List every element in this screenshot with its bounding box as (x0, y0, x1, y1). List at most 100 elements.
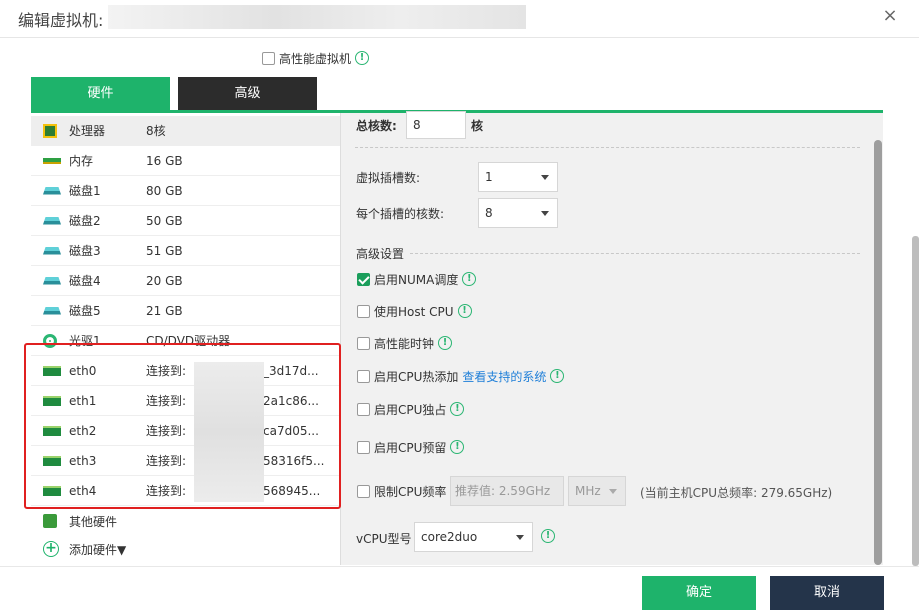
option-cpu-hotplug[interactable]: 启用CPU热添加 查看支持的系统 ! (357, 368, 565, 385)
option-host-cpu[interactable]: 使用Host CPU ! (357, 303, 472, 319)
edit-vm-dialog: 编辑虚拟机: × 高性能虚拟机 ! 硬件 高级 处理器 8核 内存 16 GB … (0, 0, 919, 616)
hw-value: 8核 (146, 124, 166, 138)
disk-icon (43, 246, 61, 255)
hw-name: 磁盘1 (69, 184, 101, 198)
host-cpu-checkbox[interactable] (357, 304, 370, 318)
info-icon[interactable]: ! (541, 529, 555, 543)
sockets-value: 1 (485, 170, 493, 184)
cores-per-socket-select[interactable]: 8 (478, 198, 558, 228)
host-cpu-total-hint: (当前主机CPU总频率: 279.65GHz) (640, 486, 833, 500)
info-icon[interactable]: ! (355, 51, 370, 65)
advanced-settings-title: 高级设置 (356, 247, 405, 261)
hw-value: 21 GB (146, 303, 183, 318)
title-redacted (108, 5, 526, 29)
hw-item-other[interactable]: 其他硬件 (31, 506, 340, 536)
cpu-limit-unit: MHz (575, 484, 601, 498)
other-hardware-icon (43, 514, 57, 528)
option-label: 启用CPU热添加 (374, 369, 459, 384)
total-cores-label: 总核数: (356, 119, 397, 133)
info-icon[interactable]: ! (462, 272, 477, 286)
vcpu-model-value: core2duo (421, 530, 478, 544)
disk-icon (43, 216, 61, 225)
memory-icon (43, 157, 61, 164)
hw-item-cpu[interactable]: 处理器 8核 (31, 116, 340, 146)
divider (355, 147, 860, 148)
hw-value: 50 GB (146, 213, 183, 228)
cores-unit: 核 (471, 119, 484, 133)
sockets-select[interactable]: 1 (478, 162, 558, 192)
option-label: 启用CPU预留 (374, 440, 447, 455)
option-label: 启用CPU独占 (374, 402, 447, 417)
hw-name: 磁盘2 (69, 214, 101, 228)
info-icon[interactable]: ! (438, 336, 453, 350)
cores-per-socket-label: 每个插槽的核数: (356, 207, 445, 221)
option-label: 使用Host CPU (374, 304, 454, 319)
hw-item-disk1[interactable]: 磁盘1 80 GB (31, 176, 340, 206)
disk-icon (43, 276, 61, 285)
hw-value: 16 GB (146, 153, 183, 168)
vcpu-model-select[interactable]: core2duo (414, 522, 533, 552)
hw-value: 80 GB (146, 183, 183, 198)
cpu-reserve-checkbox[interactable] (357, 440, 370, 454)
cpu-limit-input[interactable]: 推荐值: 2.59GHz (450, 476, 564, 506)
supported-systems-link[interactable]: 查看支持的系统 (462, 368, 546, 385)
hw-value: 20 GB (146, 273, 183, 288)
option-cpu-reserve[interactable]: 启用CPU预留 ! (357, 439, 465, 455)
cpu-limit-checkbox[interactable] (357, 484, 370, 498)
cpu-exclusive-checkbox[interactable] (357, 402, 370, 416)
info-icon[interactable]: ! (450, 440, 465, 454)
high-perf-label: 高性能虚拟机 (279, 51, 352, 66)
vcpu-model-label: vCPU型号 (356, 532, 412, 546)
option-numa[interactable]: 启用NUMA调度 ! (357, 271, 477, 287)
add-hardware-button[interactable]: + 添加硬件▼ (31, 534, 340, 564)
tab-advanced[interactable]: 高级 (178, 77, 317, 111)
dialog-scrollbar[interactable] (912, 236, 919, 566)
chevron-down-icon (541, 211, 549, 216)
chevron-down-icon (541, 175, 549, 180)
cores-per-socket-value: 8 (485, 206, 493, 220)
numa-checkbox[interactable] (357, 272, 370, 286)
disk-icon (43, 306, 61, 315)
close-icon[interactable]: × (880, 6, 900, 26)
sockets-label: 虚拟插槽数: (356, 171, 421, 185)
highlight-box (24, 343, 341, 509)
divider (410, 253, 860, 254)
hw-name: 内存 (69, 154, 94, 168)
hw-name: 磁盘4 (69, 274, 101, 288)
hp-clock-checkbox[interactable] (357, 336, 370, 350)
cancel-button[interactable]: 取消 (770, 576, 884, 610)
hw-name: 其他硬件 (69, 514, 118, 529)
info-icon[interactable]: ! (450, 402, 465, 416)
hw-item-disk5[interactable]: 磁盘5 21 GB (31, 296, 340, 326)
option-cpu-exclusive[interactable]: 启用CPU独占 ! (357, 401, 465, 417)
high-perf-checkbox[interactable] (262, 51, 275, 65)
high-perf-vm-option[interactable]: 高性能虚拟机 ! (262, 50, 370, 66)
option-label: 启用NUMA调度 (374, 272, 459, 287)
chevron-down-icon (609, 489, 617, 494)
cpu-limit-unit-select[interactable]: MHz (568, 476, 626, 506)
chevron-down-icon (516, 535, 524, 540)
title-bar: 编辑虚拟机: × (0, 0, 919, 38)
hw-item-disk3[interactable]: 磁盘3 51 GB (31, 236, 340, 266)
ok-button[interactable]: 确定 (642, 576, 756, 610)
hw-name: 处理器 (69, 124, 106, 138)
info-icon[interactable]: ! (550, 369, 565, 383)
total-cores-input[interactable]: 8 (406, 111, 466, 139)
hw-name: 磁盘3 (69, 244, 101, 258)
cpu-hotplug-checkbox[interactable] (357, 369, 370, 383)
dialog-title: 编辑虚拟机: (18, 11, 104, 30)
option-cpu-limit[interactable]: 限制CPU频率 (357, 483, 446, 499)
hw-value: 51 GB (146, 243, 183, 258)
option-hp-clock[interactable]: 高性能时钟 ! (357, 335, 453, 351)
option-label: 限制CPU频率 (374, 484, 447, 499)
hw-item-memory[interactable]: 内存 16 GB (31, 146, 340, 176)
hw-name: 磁盘5 (69, 304, 101, 318)
hw-item-disk2[interactable]: 磁盘2 50 GB (31, 206, 340, 236)
add-hardware-label: 添加硬件▼ (69, 542, 127, 557)
info-icon[interactable]: ! (457, 304, 472, 318)
tab-hardware[interactable]: 硬件 (31, 77, 170, 111)
disk-icon (43, 186, 61, 195)
hw-item-disk4[interactable]: 磁盘4 20 GB (31, 266, 340, 296)
panel-scrollbar[interactable] (874, 140, 882, 565)
cpu-icon (43, 123, 57, 138)
